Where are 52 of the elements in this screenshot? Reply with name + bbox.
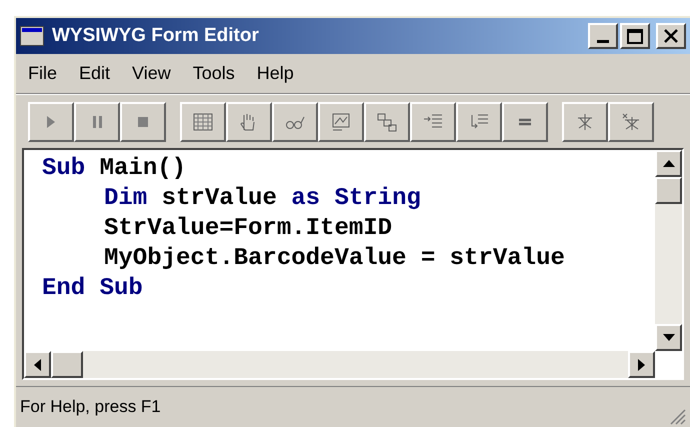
maximize-icon bbox=[627, 28, 643, 44]
pause-icon bbox=[92, 116, 102, 128]
down-arrow-icon bbox=[662, 334, 674, 341]
scroll-up-button[interactable] bbox=[655, 150, 682, 177]
window-icon bbox=[20, 26, 44, 46]
menu-item[interactable]: File bbox=[18, 60, 68, 87]
grid-icon bbox=[192, 112, 214, 132]
scroll-thumb[interactable] bbox=[51, 351, 83, 378]
menu-item[interactable]: Edit bbox=[69, 60, 120, 87]
scroll-down-button[interactable] bbox=[655, 324, 682, 351]
toolbar-button[interactable] bbox=[456, 102, 502, 142]
play-icon bbox=[47, 116, 55, 128]
toolbar-button[interactable] bbox=[180, 102, 226, 142]
toolbar-button[interactable] bbox=[318, 102, 364, 142]
code-line: End Sub bbox=[42, 274, 144, 304]
toolbar-button[interactable] bbox=[226, 102, 272, 142]
code-line: StrValue=Form.ItemID bbox=[103, 214, 394, 244]
status-text: For Help, press F1 bbox=[20, 396, 161, 418]
minimize-button[interactable] bbox=[588, 23, 618, 49]
toolbar-button[interactable] bbox=[28, 102, 74, 142]
scroll-left-button[interactable] bbox=[24, 351, 51, 378]
menu-item[interactable]: Help bbox=[246, 60, 304, 87]
left-arrow-icon bbox=[34, 358, 41, 370]
resize-grip-icon[interactable] bbox=[668, 407, 686, 425]
stop-icon bbox=[138, 116, 148, 126]
code-line: Sub Main() bbox=[42, 154, 188, 184]
code-line: Dim strValue as String bbox=[103, 184, 422, 214]
toolbar-button[interactable] bbox=[562, 102, 608, 142]
vertical-scrollbar[interactable] bbox=[655, 150, 682, 351]
scroll-thumb[interactable] bbox=[655, 177, 682, 204]
toolbar-button[interactable] bbox=[608, 102, 654, 142]
toolbar-button[interactable] bbox=[410, 102, 456, 142]
close-button[interactable] bbox=[656, 23, 686, 49]
toolbar-button[interactable] bbox=[502, 102, 548, 142]
hierarchy-icon bbox=[376, 112, 398, 132]
menu-item[interactable]: View bbox=[122, 60, 181, 87]
maximize-button[interactable] bbox=[620, 23, 650, 49]
menu-item[interactable]: Tools bbox=[182, 60, 245, 87]
window-title: WYSIWYG Form Editor bbox=[52, 24, 259, 48]
up-arrow-icon bbox=[662, 160, 674, 167]
code-line: MyObject.BarcodeValue = strValue bbox=[103, 244, 566, 274]
minimize-icon bbox=[597, 40, 609, 43]
toolbar-button[interactable] bbox=[364, 102, 410, 142]
form-icon bbox=[330, 112, 352, 132]
right-arrow-icon bbox=[638, 358, 645, 370]
close-icon bbox=[664, 29, 678, 43]
toolbar-button[interactable] bbox=[272, 102, 318, 142]
clear-bookmark-icon bbox=[620, 112, 642, 132]
horizontal-scrollbar[interactable] bbox=[24, 351, 655, 378]
toolbar-button[interactable] bbox=[74, 102, 120, 142]
toolbar-button[interactable] bbox=[120, 102, 166, 142]
scroll-right-button[interactable] bbox=[628, 351, 655, 378]
